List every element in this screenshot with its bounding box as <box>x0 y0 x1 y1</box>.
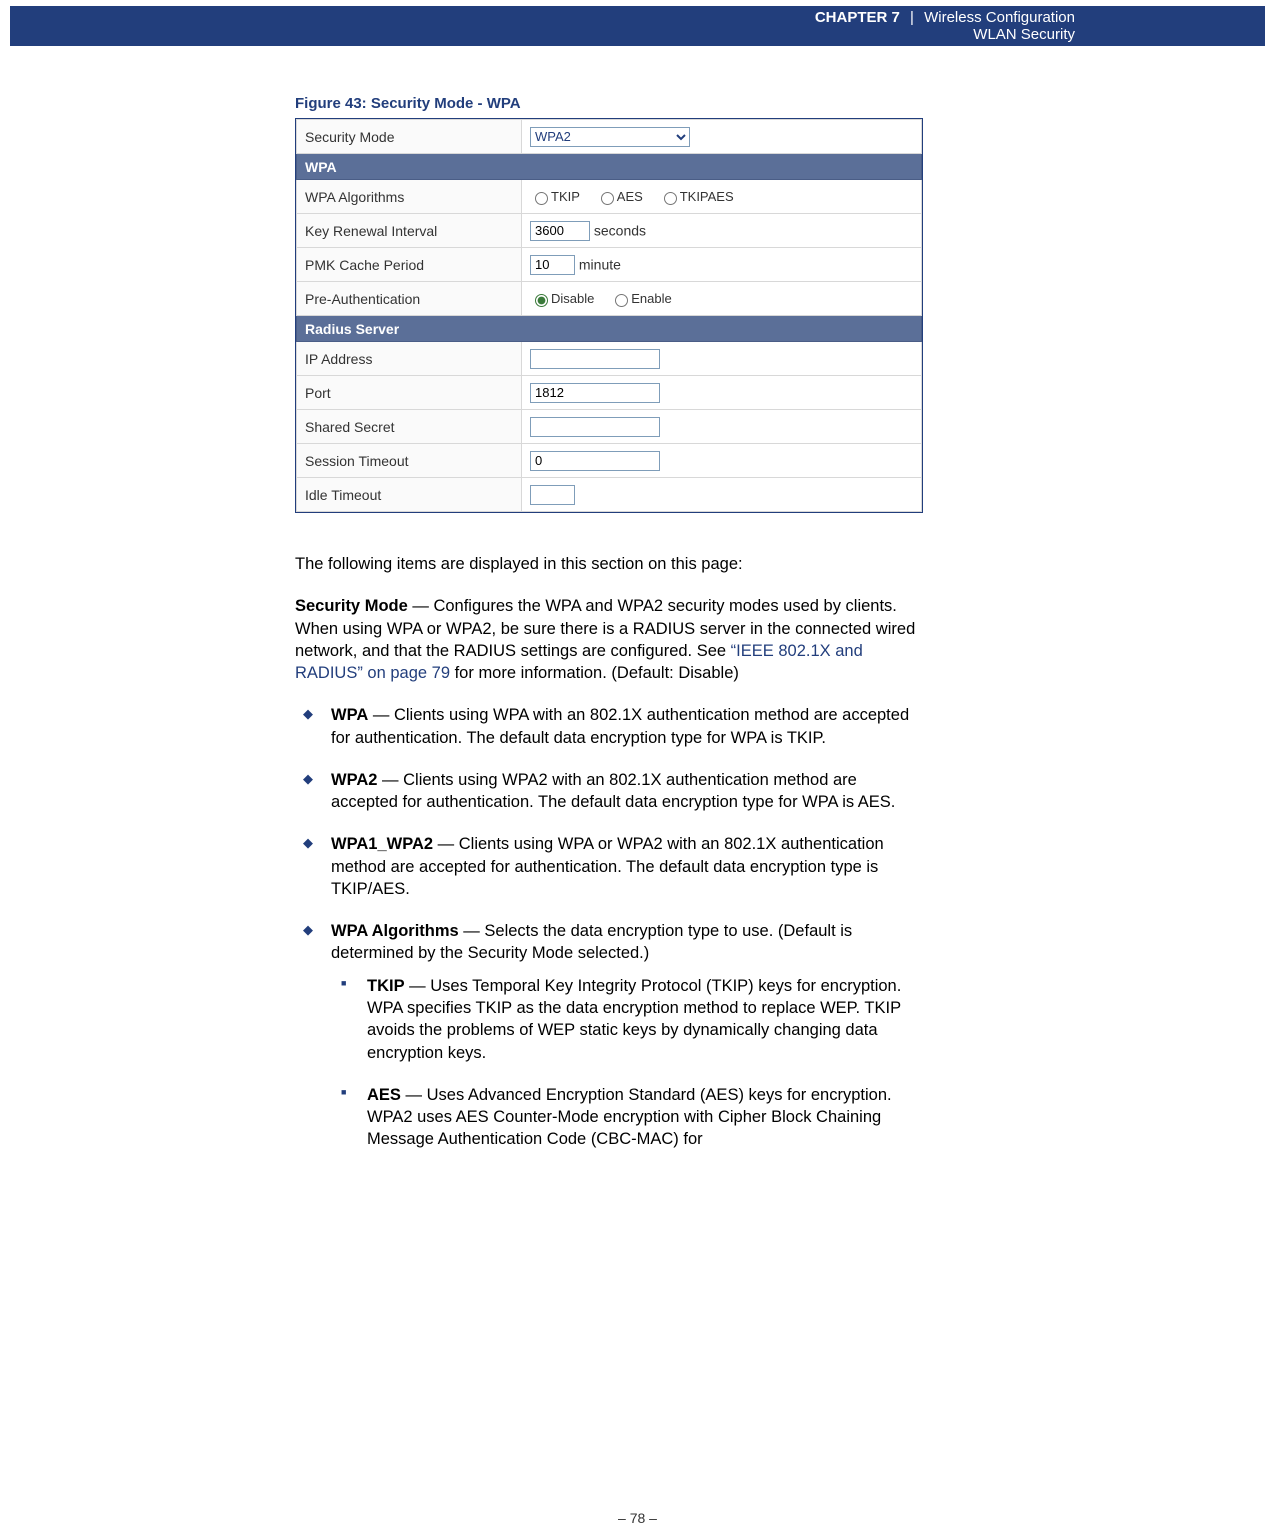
row-pmk-cache: PMK Cache Period minute <box>297 248 922 282</box>
figure-caption: Figure 43: Security Mode - WPA <box>295 95 925 112</box>
page-number: – 78 – <box>0 1510 1275 1526</box>
item-wpa-algorithms: WPA Algorithms — Selects the data encryp… <box>325 920 925 1150</box>
figure-screenshot: Security Mode WPA2 WPA WPA Algorithms TK… <box>295 118 923 513</box>
label-port: Port <box>297 376 522 410</box>
label-wpa-algorithms: WPA Algorithms <box>297 180 522 214</box>
chapter-label: CHAPTER 7 <box>815 9 900 26</box>
row-session-timeout: Session Timeout <box>297 444 922 478</box>
input-port[interactable] <box>530 383 660 403</box>
input-secret[interactable] <box>530 417 660 437</box>
row-security-mode: Security Mode WPA2 <box>297 120 922 154</box>
item-wpa2: WPA2 — Clients using WPA2 with an 802.1X… <box>325 769 925 814</box>
unit-key-renewal: seconds <box>594 222 646 238</box>
header-subtitle: WLAN Security <box>973 26 1075 43</box>
radio-preauth-disable[interactable] <box>535 294 548 307</box>
chapter-title: Wireless Configuration <box>924 9 1075 26</box>
label-idle-timeout: Idle Timeout <box>297 478 522 512</box>
row-secret: Shared Secret <box>297 410 922 444</box>
security-mode-paragraph: Security Mode — Configures the WPA and W… <box>295 595 925 684</box>
row-key-renewal: Key Renewal Interval seconds <box>297 214 922 248</box>
label-secret: Shared Secret <box>297 410 522 444</box>
label-preauth: Pre-Authentication <box>297 282 522 316</box>
label-security-mode: Security Mode <box>297 120 522 154</box>
radio-preauth-enable[interactable] <box>615 294 628 307</box>
input-key-renewal[interactable] <box>530 221 590 241</box>
radio-aes[interactable] <box>601 192 614 205</box>
row-preauth: Pre-Authentication Disable Enable <box>297 282 922 316</box>
subitem-aes: AES — Uses Advanced Encryption Standard … <box>361 1084 925 1151</box>
row-port: Port <box>297 376 922 410</box>
input-session-timeout[interactable] <box>530 451 660 471</box>
page-header: CHAPTER 7 | Wireless Configuration WLAN … <box>10 6 1265 46</box>
input-idle-timeout[interactable] <box>530 485 575 505</box>
row-idle-timeout: Idle Timeout <box>297 478 922 512</box>
radio-tkip[interactable] <box>535 192 548 205</box>
section-radius: Radius Server <box>297 316 922 342</box>
header-pipe: | <box>910 9 914 26</box>
label-pmk-cache: PMK Cache Period <box>297 248 522 282</box>
row-wpa-algorithms: WPA Algorithms TKIP AES TKIPAES <box>297 180 922 214</box>
section-wpa: WPA <box>297 154 922 180</box>
input-ip[interactable] <box>530 349 660 369</box>
label-ip: IP Address <box>297 342 522 376</box>
input-pmk-cache[interactable] <box>530 255 575 275</box>
security-mode-select[interactable]: WPA2 <box>530 127 690 147</box>
label-session-timeout: Session Timeout <box>297 444 522 478</box>
intro-text: The following items are displayed in thi… <box>295 553 925 575</box>
label-key-renewal: Key Renewal Interval <box>297 214 522 248</box>
subitem-tkip: TKIP — Uses Temporal Key Integrity Proto… <box>361 975 925 1064</box>
item-wpa1-wpa2: WPA1_WPA2 — Clients using WPA or WPA2 wi… <box>325 833 925 900</box>
unit-pmk-cache: minute <box>579 256 621 272</box>
row-ip: IP Address <box>297 342 922 376</box>
body-text: The following items are displayed in thi… <box>295 553 925 1151</box>
item-wpa: WPA — Clients using WPA with an 802.1X a… <box>325 704 925 749</box>
radio-tkipaes[interactable] <box>664 192 677 205</box>
